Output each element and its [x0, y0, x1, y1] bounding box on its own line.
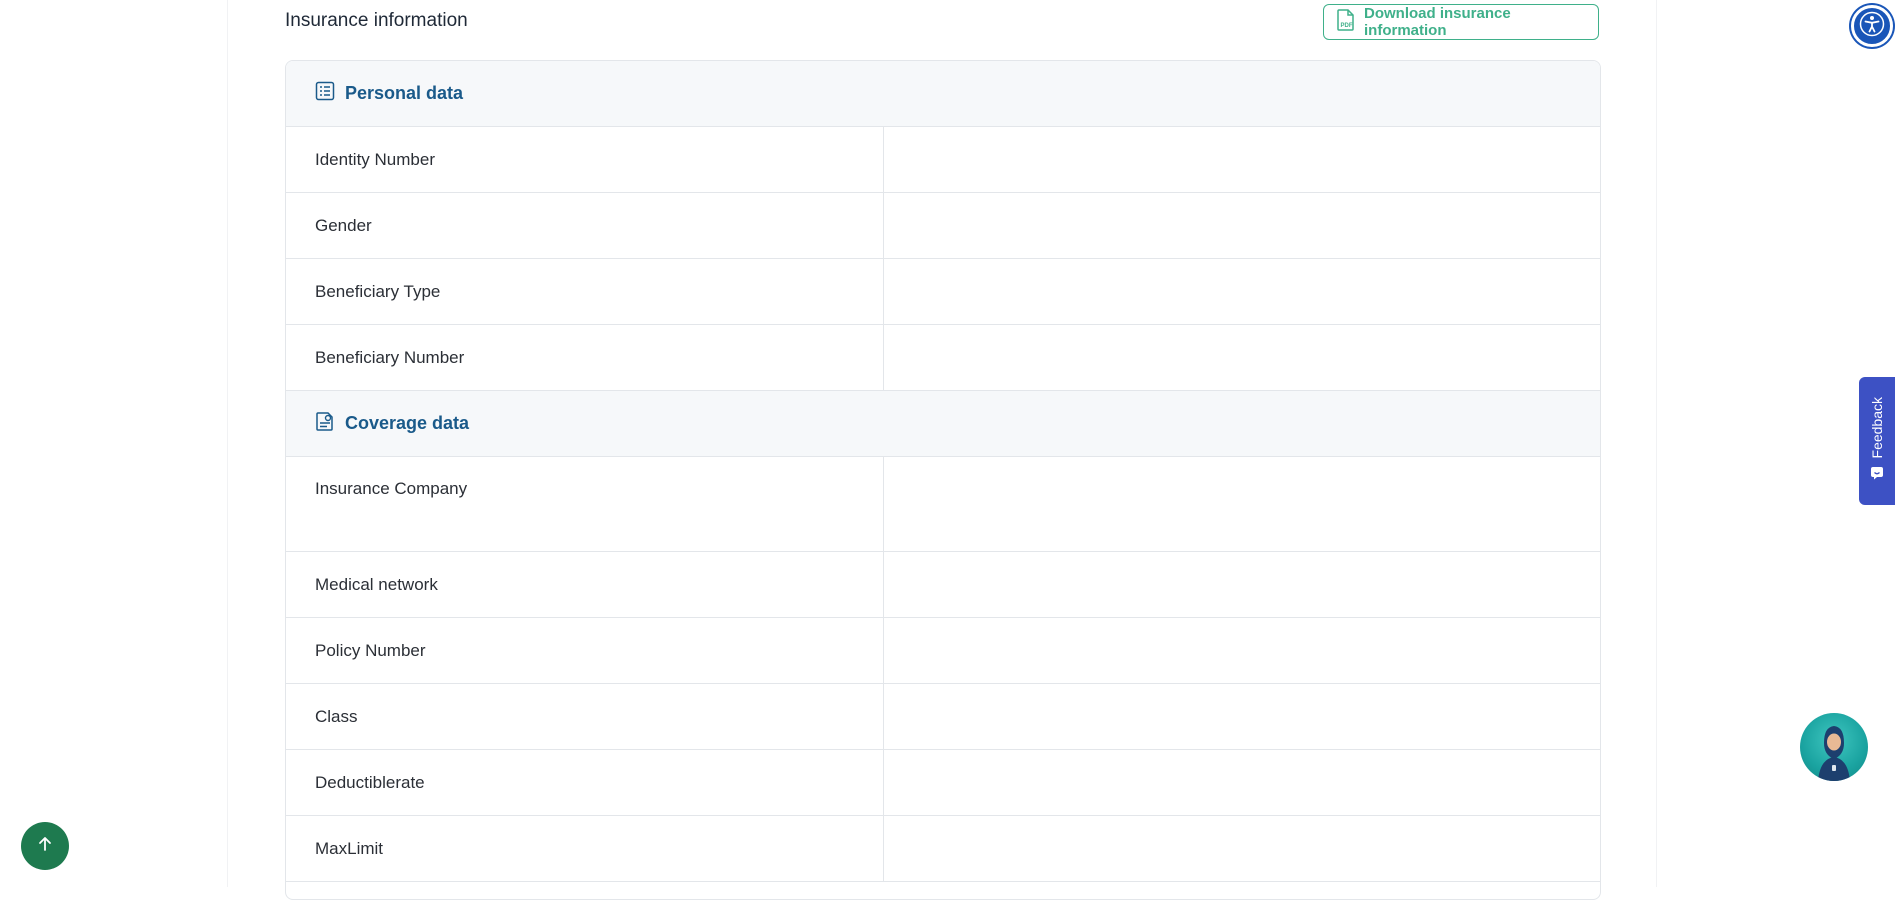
- table-row: Identity Number: [286, 127, 1600, 193]
- accessibility-button[interactable]: [1851, 5, 1893, 47]
- row-label: Insurance Company: [286, 457, 884, 551]
- row-label: Deductiblerate: [286, 750, 884, 815]
- table-row: Insurance Company: [286, 457, 1600, 552]
- back-to-top-button[interactable]: [21, 822, 69, 870]
- row-label: Medical network: [286, 552, 884, 617]
- row-label: MaxLimit: [286, 816, 884, 881]
- row-label: Policy Number: [286, 618, 884, 683]
- accessibility-icon: [1859, 11, 1885, 42]
- row-value: [884, 618, 1600, 683]
- row-label: Beneficiary Number: [286, 325, 884, 390]
- table-row: Beneficiary Number: [286, 325, 1600, 391]
- group-title: Coverage data: [345, 413, 470, 433]
- table-row: Class: [286, 684, 1600, 750]
- group-title: Personal data: [345, 83, 464, 103]
- table-row: Beneficiary Type: [286, 259, 1600, 325]
- row-value: [884, 127, 1600, 192]
- feedback-label: Feedback: [1869, 396, 1885, 459]
- feedback-tab[interactable]: Feedback: [1859, 377, 1895, 505]
- table-row: Deductiblerate: [286, 750, 1600, 816]
- row-value: [884, 325, 1600, 390]
- assistant-avatar[interactable]: [1800, 713, 1868, 781]
- row-value: [884, 552, 1600, 617]
- row-label: Identity Number: [286, 127, 884, 192]
- download-insurance-label: Download insurance information: [1364, 5, 1511, 39]
- table-row: Policy Number: [286, 618, 1600, 684]
- download-insurance-button[interactable]: PDF Download insurance information: [1323, 4, 1599, 40]
- pdf-file-icon: PDF: [1336, 9, 1356, 35]
- row-value: [884, 816, 1600, 881]
- assistant-illustration-icon: [1818, 726, 1850, 781]
- feedback-chat-icon: [1870, 466, 1884, 485]
- row-label: Gender: [286, 193, 884, 258]
- row-value: [884, 457, 1600, 551]
- arrow-up-icon: [36, 835, 54, 858]
- row-label: Class: [286, 684, 884, 749]
- coverage-document-icon: [315, 411, 335, 436]
- group-header-coverage: Coverage data: [286, 391, 1600, 457]
- table-row: Medical network: [286, 552, 1600, 618]
- svg-text:PDF: PDF: [1341, 23, 1353, 29]
- row-value: [884, 193, 1600, 258]
- table-row: Gender: [286, 193, 1600, 259]
- group-header-personal: Personal data: [286, 61, 1600, 127]
- row-value: [884, 259, 1600, 324]
- row-label: Beneficiary Type: [286, 259, 884, 324]
- table-row: MaxLimit: [286, 816, 1600, 882]
- row-value: [884, 750, 1600, 815]
- row-value: [884, 684, 1600, 749]
- section-title: Insurance information: [285, 10, 468, 31]
- list-document-icon: [315, 81, 335, 106]
- insurance-table: Personal data Identity Number Gender Ben…: [285, 60, 1601, 900]
